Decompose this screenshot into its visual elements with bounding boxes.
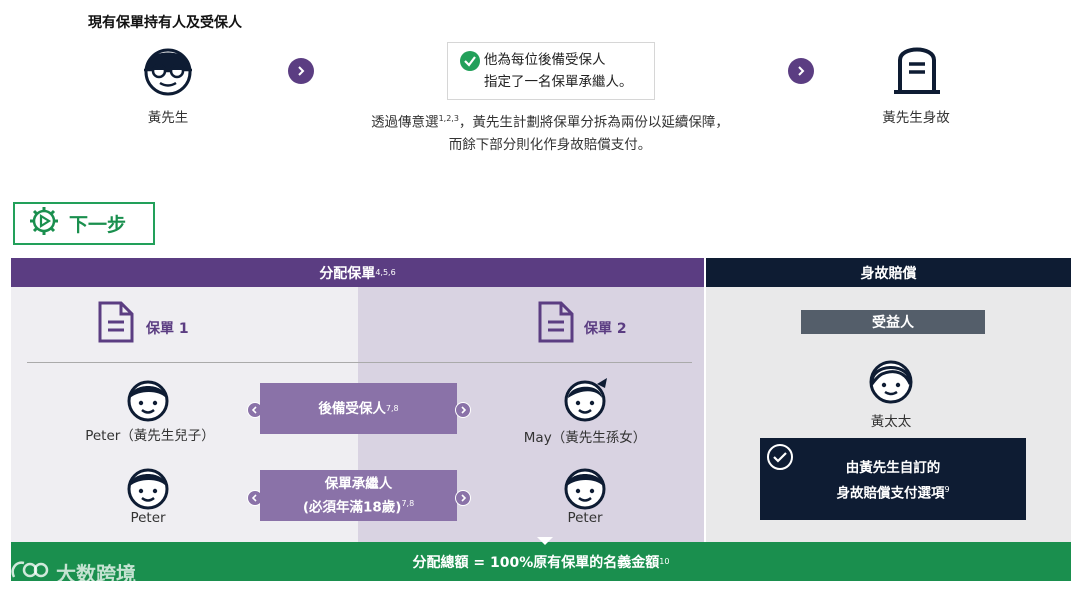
footnote-ref: 9 <box>944 485 950 494</box>
option-line-2: 身故賠償支付選項 <box>836 485 945 502</box>
desc-line-2: 而餘下部分則化作身故賠償支付。 <box>448 136 652 153</box>
callout-line-1: 他為每位後備受保人 <box>484 52 606 68</box>
watermark: 大数跨境 <box>10 558 136 587</box>
next-step-label: 下一步 <box>69 214 127 236</box>
watermark-logo-icon <box>10 559 50 586</box>
person-label-deceased: 黃先生身故 <box>882 110 950 126</box>
pointer-notch <box>537 537 553 545</box>
allocation-title: 分配保單 <box>319 265 376 282</box>
chevron-right-icon <box>455 490 471 506</box>
glasses-man-icon <box>136 40 200 100</box>
callout-line-2: 指定了一名保單承繼人。 <box>484 74 633 90</box>
tombstone-icon <box>892 38 942 100</box>
footnote-ref: 1,2,3 <box>438 114 459 123</box>
role-label: 後備受保人 <box>318 400 386 417</box>
policy-successor-box: 保單承繼人 (必須年滿18歲)7,8 <box>260 470 457 521</box>
person-label-peter: Peter <box>130 510 166 526</box>
boy-face-icon <box>125 466 171 514</box>
total-allocation-text: 分配總額 = 100%原有保單的名義金額 <box>412 554 660 571</box>
girl-face-icon <box>561 374 611 426</box>
desc-line-1-post: ，黃先生計劃將保單分拆為兩份以延續保障， <box>458 114 729 131</box>
section-title: 現有保單持有人及受保人 <box>88 15 242 31</box>
chevron-right-icon <box>455 402 471 418</box>
person-label-peter: Peter <box>567 510 603 526</box>
next-step-button[interactable]: 下一步 <box>13 202 155 245</box>
beneficiary-label: 受益人 <box>801 310 985 334</box>
policy-1-label: 保單 1 <box>146 321 189 337</box>
role-sublabel: (必須年滿18歲) <box>302 499 402 516</box>
boy-face-icon <box>125 378 171 426</box>
chevron-right-icon <box>788 58 814 84</box>
person-label-may: May（黃先生孫女） <box>523 430 647 446</box>
person-label-mrs-wong: 黃太太 <box>870 414 912 430</box>
footnote-ref: 10 <box>659 557 670 566</box>
plan-description: 透過傳意選1,2,3，黃先生計劃將保單分拆為兩份以延續保障， 而餘下部分則化作身… <box>340 108 760 156</box>
check-circle-icon <box>460 51 480 78</box>
woman-face-icon <box>866 356 916 410</box>
allocation-header: 分配保單 4,5,6 <box>11 258 704 287</box>
person-label-peter-son: Peter（黃先生兒子） <box>85 428 215 444</box>
successor-callout: 他為每位後備受保人 指定了一名保單承繼人。 <box>447 42 655 100</box>
boy-face-icon <box>562 466 608 514</box>
policy-2-label: 保單 2 <box>584 321 627 337</box>
desc-line-1-pre: 透過傳意選 <box>371 114 439 131</box>
option-line-1: 由黃先生自訂的 <box>845 460 941 476</box>
contingent-insured-box: 後備受保人 7,8 <box>260 383 457 434</box>
watermark-text: 大数跨境 <box>56 562 136 586</box>
divider <box>27 362 692 363</box>
role-label: 保單承繼人 <box>324 475 393 492</box>
document-icon <box>97 300 135 348</box>
death-benefit-header: 身故賠償 <box>706 258 1071 287</box>
person-label-mr-wong: 黃先生 <box>147 110 189 126</box>
footnote-ref: 7,8 <box>385 403 399 413</box>
footnote-ref: 7,8 <box>401 498 415 508</box>
total-allocation-bar: 分配總額 = 100%原有保單的名義金額 10 <box>11 542 1071 581</box>
document-icon <box>537 300 575 348</box>
footnote-ref: 4,5,6 <box>375 268 396 277</box>
gear-play-icon <box>29 206 59 241</box>
payout-option-box: 由黃先生自訂的 身故賠償支付選項9 <box>760 438 1026 520</box>
chevron-right-icon <box>288 58 314 84</box>
